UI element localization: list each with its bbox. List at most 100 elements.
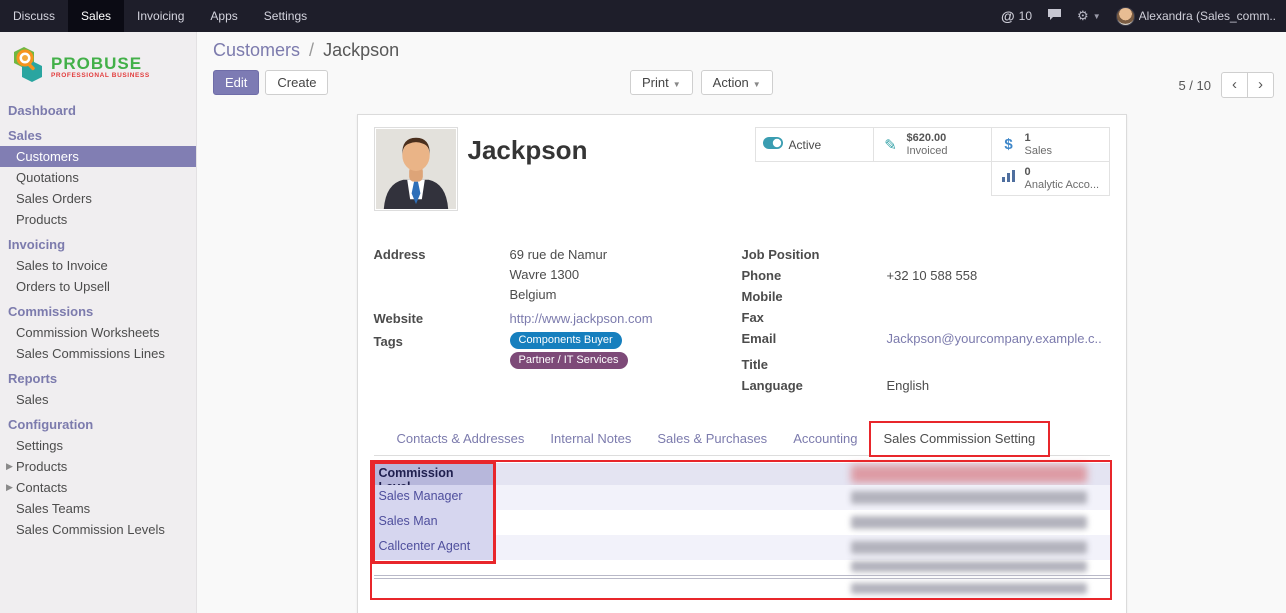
probuse-logo-icon [10, 45, 46, 90]
tab-accounting[interactable]: Accounting [780, 423, 870, 455]
sidebar-heading-configuration[interactable]: Configuration [0, 414, 196, 435]
action-dropdown-button[interactable]: Action▼ [701, 70, 773, 95]
breadcrumb: Customers / Jackpson [213, 40, 1280, 61]
tab-contacts-addresses[interactable]: Contacts & Addresses [384, 423, 538, 455]
sidebar-item-sales-commissions-lines[interactable]: Sales Commissions Lines [0, 343, 196, 364]
active-stat-label: Active [789, 138, 822, 152]
table-row[interactable]: Sales Manager [374, 485, 1110, 510]
sales-count-label: Sales [1025, 145, 1053, 158]
sidebar-item-orders-to-upsell[interactable]: Orders to Upsell [0, 276, 196, 297]
address-city[interactable]: Wavre 1300 [510, 265, 608, 285]
user-name: Alexandra (Sales_comm.. [1139, 9, 1276, 23]
address-street[interactable]: 69 rue de Namur [510, 245, 608, 265]
topbar-menu-apps[interactable]: Apps [197, 0, 250, 32]
tag-components-buyer[interactable]: Components Buyer [510, 332, 622, 349]
user-menu-button[interactable]: Alexandra (Sales_comm.. [1116, 7, 1276, 26]
record-title: Jackpson [468, 135, 588, 211]
mentions-at-icon: @ [1001, 8, 1015, 24]
sidebar-item-sales-commission-levels[interactable]: Sales Commission Levels [0, 519, 196, 540]
tab-sales-commission-setting[interactable]: Sales Commission Setting [871, 423, 1049, 455]
breadcrumb-separator: / [305, 40, 318, 60]
redacted-content [851, 561, 1087, 572]
redacted-content [851, 583, 1087, 594]
mentions-count: 10 [1019, 9, 1032, 23]
sidebar-nav: Dashboard Sales Customers Quotations Sal… [0, 100, 196, 540]
topbar-menu-discuss[interactable]: Discuss [0, 0, 68, 32]
button-row: Edit Create Print▼ Action▼ 5 / 10 ‹ › [213, 70, 1280, 98]
topbar-menu-invoicing[interactable]: Invoicing [124, 0, 197, 32]
topbar-menu-sales[interactable]: Sales [68, 0, 124, 32]
email-link[interactable]: Jackpson@yourcompany.example.c.. [887, 329, 1102, 348]
sidebar-item-sales-teams[interactable]: Sales Teams [0, 498, 196, 519]
empty-row [374, 560, 1110, 574]
debug-menu-button[interactable]: ⚙ ▼ [1077, 8, 1101, 24]
address-country[interactable]: Belgium [510, 285, 608, 305]
topbar-menu-settings[interactable]: Settings [251, 0, 320, 32]
phone-value[interactable]: +32 10 588 558 [887, 266, 978, 285]
sidebar-heading-dashboard[interactable]: Dashboard [0, 100, 196, 121]
pager-previous-button[interactable]: ‹ [1221, 72, 1248, 98]
pager-next-button[interactable]: › [1247, 72, 1274, 98]
redacted-content [851, 491, 1087, 504]
dollar-icon: $ [999, 136, 1019, 153]
sidebar-heading-invoicing[interactable]: Invoicing [0, 234, 196, 255]
analytic-count-value: 0 [1025, 166, 1100, 179]
analytic-stat-button[interactable]: 0 Analytic Acco... [991, 161, 1110, 196]
sidebar-item-products[interactable]: Products [0, 209, 196, 230]
commission-level-column-header[interactable]: Commission Level [374, 463, 494, 485]
active-stat-button[interactable]: Active [755, 127, 874, 162]
invoiced-stat-button[interactable]: ✎ $620.00 Invoiced [873, 127, 992, 162]
create-button[interactable]: Create [265, 70, 328, 95]
sidebar-heading-sales[interactable]: Sales [0, 125, 196, 146]
sidebar-item-reports-sales[interactable]: Sales [0, 389, 196, 410]
sidebar-item-commission-worksheets[interactable]: Commission Worksheets [0, 322, 196, 343]
sidebar-item-config-products[interactable]: ▶ Products [0, 456, 196, 477]
commission-level-cell[interactable]: Sales Manager [374, 485, 494, 510]
website-label: Website [374, 309, 510, 328]
sidebar-item-customers[interactable]: Customers [0, 146, 196, 167]
commission-level-cell[interactable]: Sales Man [374, 510, 494, 535]
invoiced-value: $620.00 [907, 132, 948, 145]
sidebar-heading-reports[interactable]: Reports [0, 368, 196, 389]
commission-level-cell[interactable]: Callcenter Agent [374, 535, 494, 560]
phone-label: Phone [742, 266, 887, 285]
caret-down-icon: ▼ [673, 80, 681, 89]
commission-table: Commission Level Sales Manager Sales Man… [374, 463, 1110, 598]
table-row[interactable]: Sales Man [374, 510, 1110, 535]
sidebar-item-config-contacts[interactable]: ▶ Contacts [0, 477, 196, 498]
sidebar-item-label: Products [16, 458, 67, 475]
sidebar-heading-commissions[interactable]: Commissions [0, 301, 196, 322]
sidebar-item-label: Contacts [16, 479, 67, 496]
language-value[interactable]: English [887, 376, 930, 395]
breadcrumb-customers-link[interactable]: Customers [213, 40, 300, 60]
invoiced-label: Invoiced [907, 145, 948, 158]
sidebar-item-quotations[interactable]: Quotations [0, 167, 196, 188]
tab-sales-purchases[interactable]: Sales & Purchases [644, 423, 780, 455]
sidebar: PROBUSE PROFESSIONAL BUSINESS Dashboard … [0, 32, 197, 613]
redacted-content [851, 516, 1087, 529]
fax-label: Fax [742, 308, 887, 327]
logo-subtitle: PROFESSIONAL BUSINESS [51, 72, 150, 79]
logo-title: PROBUSE [51, 56, 150, 72]
pencil-icon: ✎ [881, 136, 901, 154]
tags-label: Tags [374, 332, 510, 369]
notebook-tabs: Contacts & Addresses Internal Notes Sale… [374, 423, 1110, 456]
bar-chart-icon [999, 169, 1019, 188]
website-link[interactable]: http://www.jackpson.com [510, 309, 653, 328]
tab-internal-notes[interactable]: Internal Notes [537, 423, 644, 455]
messages-button[interactable] [1047, 8, 1062, 24]
customer-photo[interactable] [374, 127, 458, 211]
sidebar-item-settings[interactable]: Settings [0, 435, 196, 456]
sidebar-item-sales-orders[interactable]: Sales Orders [0, 188, 196, 209]
caret-down-icon: ▼ [1093, 12, 1101, 21]
topbar-menus: Discuss Sales Invoicing Apps Settings [0, 0, 320, 32]
tag-partner-it-services[interactable]: Partner / IT Services [510, 352, 628, 369]
print-dropdown-button[interactable]: Print▼ [630, 70, 693, 95]
sidebar-item-sales-to-invoice[interactable]: Sales to Invoice [0, 255, 196, 276]
chat-icon [1047, 8, 1062, 24]
redacted-content [851, 465, 1087, 483]
mentions-button[interactable]: @ 10 [1001, 8, 1032, 24]
sales-stat-button[interactable]: $ 1 Sales [991, 127, 1110, 162]
edit-button[interactable]: Edit [213, 70, 259, 95]
table-row[interactable]: Callcenter Agent [374, 535, 1110, 560]
